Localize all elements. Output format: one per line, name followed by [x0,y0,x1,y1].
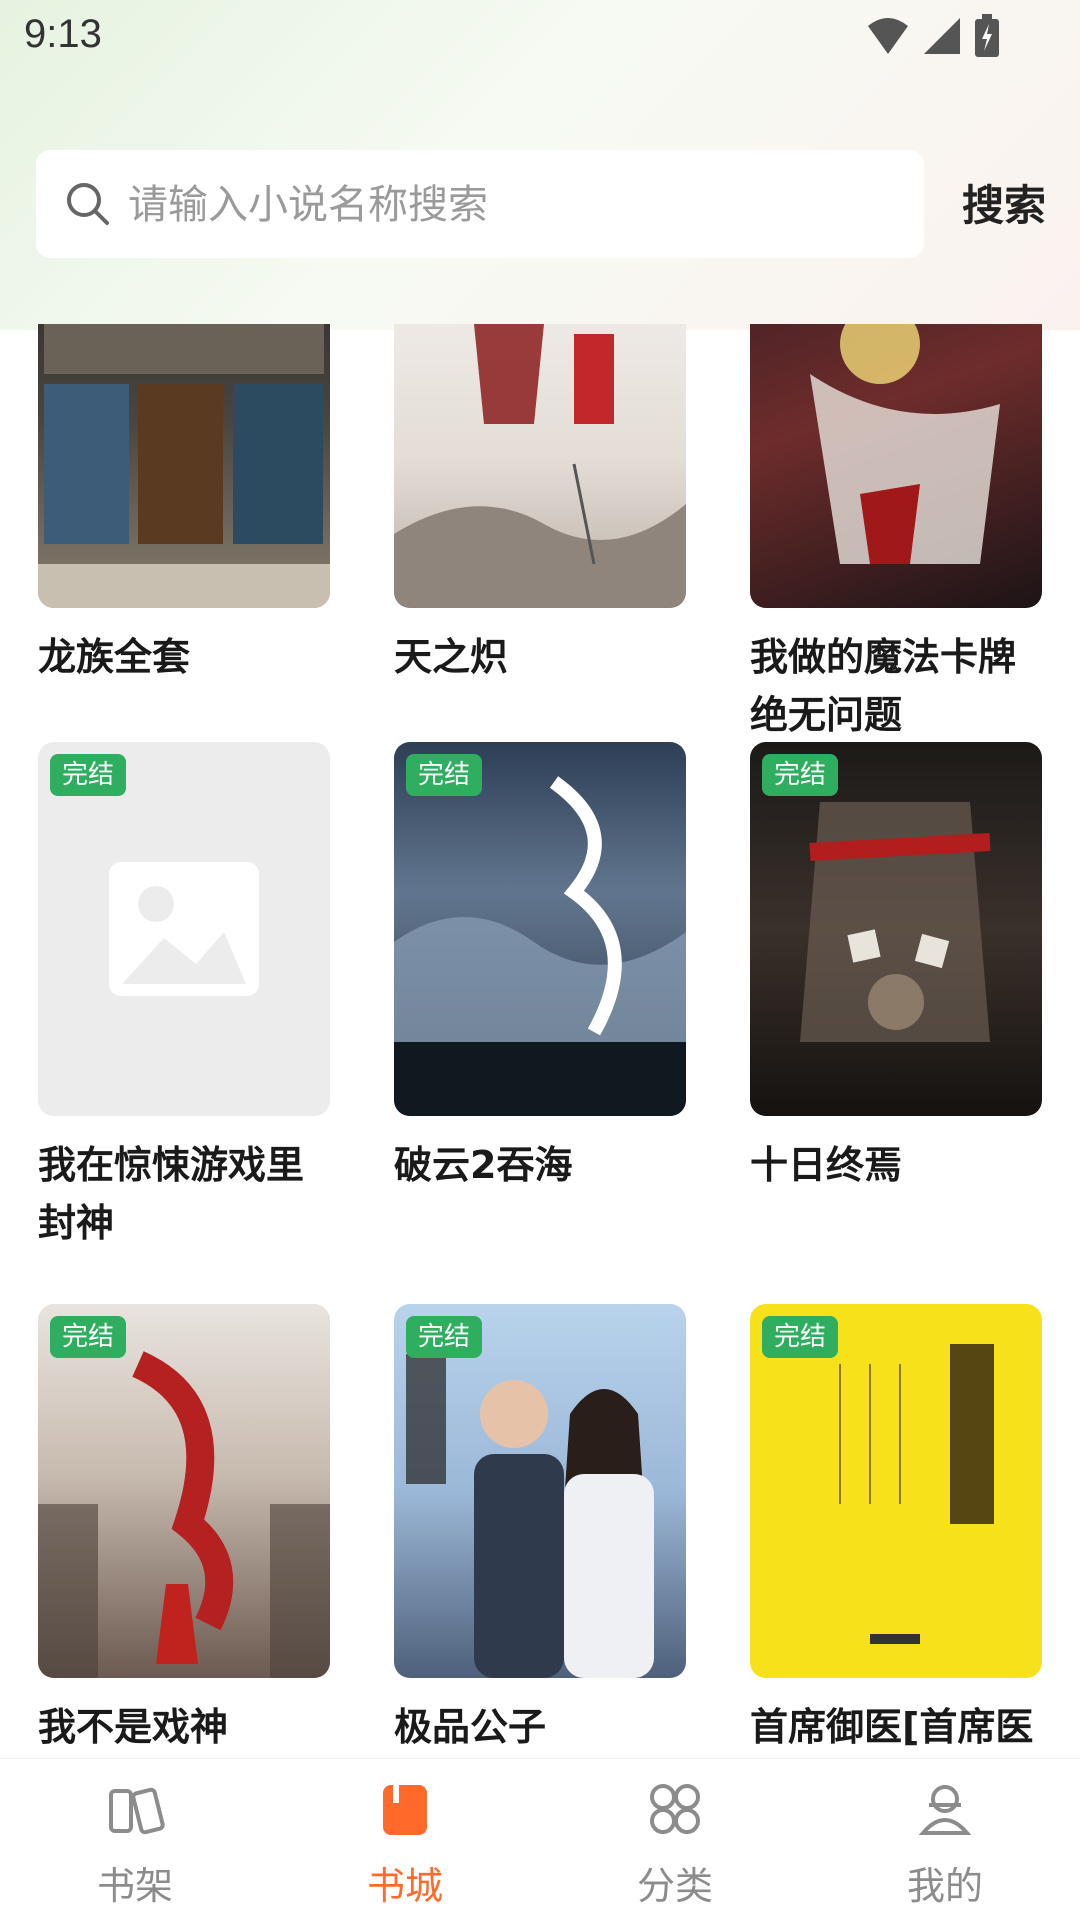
status-icons [866,14,1000,58]
nav-label: 书城 [366,1864,443,1908]
book-cover: 完结 [394,1304,686,1678]
cover-art [394,324,686,608]
status-badge: 完结 [762,754,839,796]
search-input[interactable] [126,172,890,238]
book-cover: 完结 [394,742,686,1116]
bottom-navigation: 书架 书城 分类 我的 [0,1758,1080,1921]
book-cover [394,324,686,608]
status-bar: 9:13 [0,0,1080,72]
nav-label: 我的 [906,1864,983,1908]
nav-item-bookstore[interactable]: 书城 [270,1759,540,1921]
book-card[interactable]: 完结 十日终焉 [750,742,1042,1194]
nav-item-bookshelf[interactable]: 书架 [0,1759,270,1921]
book-title: 破云2吞海 [394,1143,573,1187]
book-cover: 完结 [750,1304,1042,1678]
cover-art [810,324,1000,564]
book-title: 天之炽 [394,635,509,679]
book-card[interactable]: 完结 极品公子 [394,1304,686,1756]
status-badge: 完结 [50,1316,127,1358]
book-title: 龙族全套 [38,635,191,679]
book-cover: 完结 [38,742,330,1116]
category-icon [650,1784,700,1834]
nav-item-profile[interactable]: 我的 [810,1759,1080,1921]
book-grid: 龙族全套 天之炽 我做的魔法卡牌绝无问题 完结 我在惊悚游戏里封神 完结 破云2… [0,324,1080,1758]
book-cover: 完结 [38,1304,330,1678]
nav-label: 分类 [636,1864,713,1908]
search-bar: 搜索 [36,150,1046,258]
cover-art [406,1354,654,1678]
status-time: 9:13 [24,12,102,56]
nav-item-category[interactable]: 分类 [540,1759,810,1921]
book-title: 我不是戏神 [38,1705,229,1749]
book-card[interactable]: 完结 破云2吞海 [394,742,686,1194]
book-title: 首席御医[首席医 [750,1705,1034,1749]
book-card[interactable]: 完结 我不是戏神 [38,1304,330,1756]
book-title: 十日终焉 [750,1143,903,1187]
book-card[interactable]: 我做的魔法卡牌绝无问题 [750,324,1042,744]
status-badge: 完结 [50,754,127,796]
book-cover [38,324,330,608]
book-cover [750,324,1042,608]
search-button[interactable]: 搜索 [962,172,1046,233]
status-badge: 完结 [406,1316,483,1358]
status-badge: 完结 [406,754,483,796]
book-card[interactable]: 完结 我在惊悚游戏里封神 [38,742,330,1252]
book-card[interactable]: 龙族全套 [38,324,330,686]
cover-art [38,1351,330,1678]
cover-art [394,776,686,1116]
book-title: 我做的魔法卡牌绝无问题 [750,635,1017,737]
wifi-icon [868,18,908,54]
cover-art [839,1344,994,1644]
book-card[interactable]: 完结 首席御医[首席医 [750,1304,1042,1756]
profile-icon [918,1785,972,1835]
status-badge: 完结 [762,1316,839,1358]
cover-art [38,324,330,608]
book-title: 极品公子 [394,1705,547,1749]
search-box[interactable] [36,150,924,258]
cover-art [800,802,991,1042]
book-title: 我在惊悚游戏里封神 [38,1143,305,1245]
book-card[interactable]: 天之炽 [394,324,686,686]
battery-icon [975,14,999,57]
book-cover: 完结 [750,742,1042,1116]
signal-icon [924,18,960,54]
bookstore-icon [383,1785,427,1835]
bookshelf-icon [109,1787,165,1835]
image-placeholder-icon [109,862,259,996]
search-icon [67,183,109,225]
nav-label: 书架 [96,1864,173,1908]
